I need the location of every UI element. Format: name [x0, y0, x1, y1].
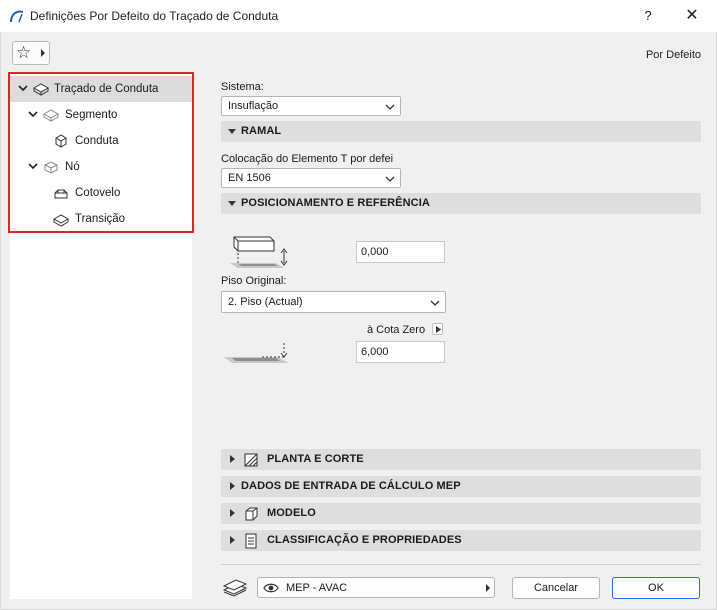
system-value: Insuflação: [228, 100, 279, 112]
cancel-button[interactable]: Cancelar: [512, 577, 600, 599]
system-select[interactable]: Insuflação: [221, 96, 401, 116]
system-label: Sistema:: [221, 81, 264, 93]
plan-section-icon: [244, 453, 258, 467]
section-title: CLASSIFICAÇÃO E PROPRIEDADES: [267, 534, 462, 546]
caret-right-icon: [436, 326, 441, 333]
caret-right-icon: [41, 49, 45, 57]
section-mep-calc[interactable]: DADOS DE ENTRADA DE CÁLCULO MEP: [221, 476, 701, 497]
section-title: RAMAL: [241, 125, 282, 137]
tee-placement-value: EN 1506: [228, 172, 271, 184]
chevron-down-icon: [385, 176, 395, 182]
section-title: POSICIONAMENTO E REFERÊNCIA: [241, 197, 430, 209]
layer-icon: [222, 579, 248, 597]
chevron-down-icon: [385, 104, 395, 110]
elevation-value: 6,000: [361, 346, 389, 358]
document-list-icon: [245, 533, 257, 549]
home-story-select[interactable]: 2. Piso (Actual): [221, 291, 446, 313]
reference-level-button[interactable]: [432, 323, 443, 335]
ok-button[interactable]: OK: [612, 577, 700, 599]
title-bar: Definições Por Defeito do Traçado de Con…: [0, 0, 717, 32]
elevation-icon: [224, 343, 288, 363]
footer-divider: [221, 564, 701, 565]
archicad-icon: [10, 10, 24, 23]
section-classification[interactable]: CLASSIFICAÇÃO E PROPRIEDADES: [221, 530, 701, 551]
offset-from-floor-icon: [230, 236, 288, 268]
section-title: DADOS DE ENTRADA DE CÁLCULO MEP: [241, 480, 461, 492]
section-title: PLANTA E CORTE: [267, 453, 364, 465]
help-button[interactable]: ?: [636, 6, 660, 26]
tree-highlight-box: [8, 72, 194, 233]
offset-value: 0,000: [361, 246, 389, 258]
section-positioning[interactable]: POSICIONAMENTO E REFERÊNCIA: [221, 193, 701, 214]
star-icon: ☆: [16, 43, 32, 62]
offset-input[interactable]: 0,000: [356, 241, 445, 263]
expand-down-icon: [228, 129, 236, 134]
home-story-label: Piso Original:: [221, 275, 287, 287]
elevation-input[interactable]: 6,000: [356, 341, 445, 363]
section-ramal[interactable]: RAMAL: [221, 121, 701, 142]
layer-value: MEP - AVAC: [286, 582, 348, 594]
expand-right-icon: [230, 482, 235, 490]
eye-icon[interactable]: [263, 582, 279, 594]
section-model[interactable]: MODELO: [221, 503, 701, 524]
tee-placement-label: Colocação do Elemento T por defei: [221, 153, 394, 165]
favorites-button[interactable]: ☆: [12, 41, 50, 65]
chevron-down-icon: [430, 300, 440, 306]
expand-down-icon: [228, 201, 236, 206]
expand-right-icon: [230, 509, 235, 517]
section-title: MODELO: [267, 507, 316, 519]
expand-right-icon: [230, 536, 235, 544]
tee-placement-select[interactable]: EN 1506: [221, 168, 401, 188]
caret-right-icon: [486, 584, 490, 592]
model-cube-icon: [245, 507, 258, 521]
expand-right-icon: [230, 455, 235, 463]
window-title: Definições Por Defeito do Traçado de Con…: [30, 9, 279, 23]
default-settings-label: Por Defeito: [645, 49, 701, 61]
layer-select[interactable]: MEP - AVAC: [257, 577, 495, 598]
close-icon[interactable]: ✕: [680, 5, 704, 27]
home-story-value: 2. Piso (Actual): [228, 296, 303, 308]
cota-zero-label: à Cota Zero: [367, 324, 426, 336]
section-plan-section[interactable]: PLANTA E CORTE: [221, 449, 701, 470]
